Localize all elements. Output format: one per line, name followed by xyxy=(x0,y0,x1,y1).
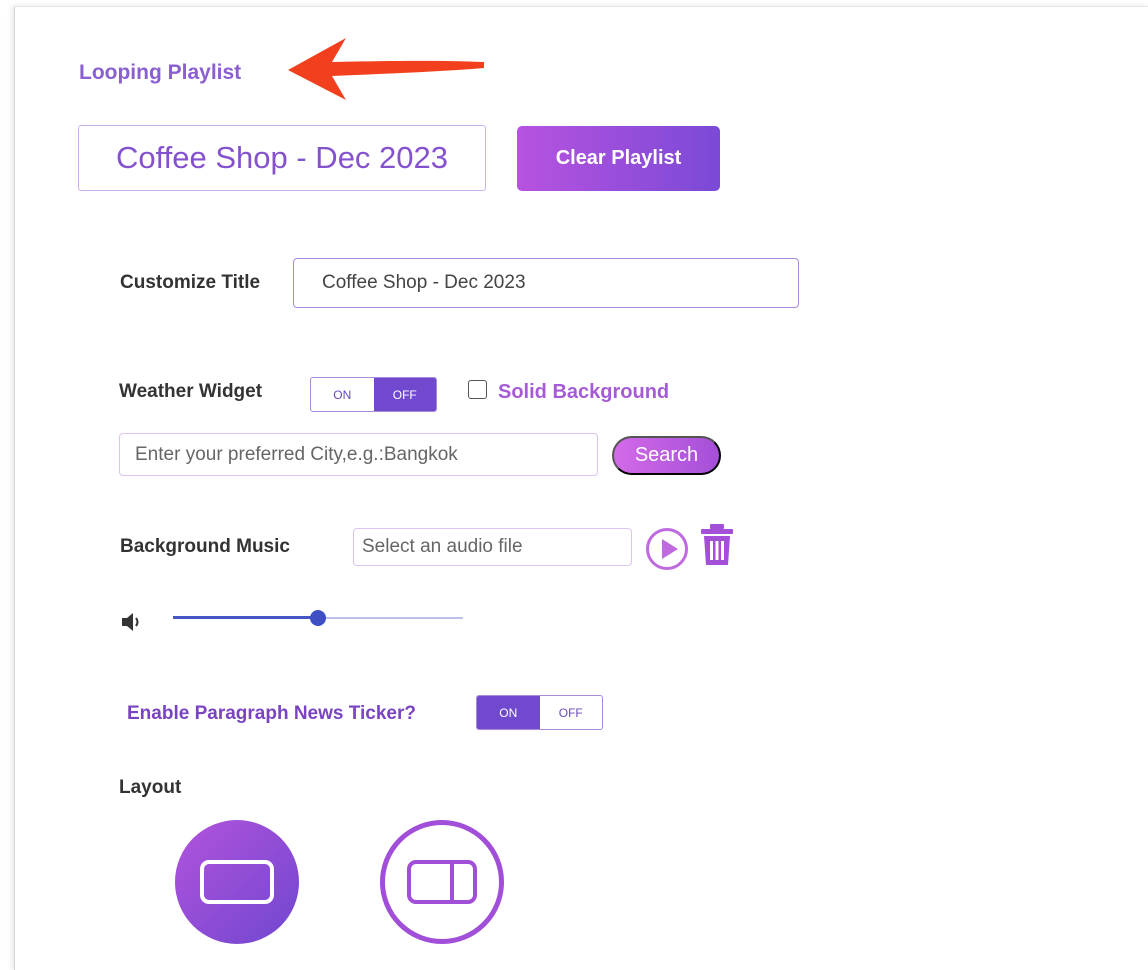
news-ticker-label: Enable Paragraph News Ticker? xyxy=(127,703,416,724)
weather-toggle-on[interactable]: ON xyxy=(311,378,374,411)
split-screen-icon xyxy=(407,860,477,904)
news-ticker-toggle[interactable]: ON OFF xyxy=(476,695,603,730)
background-music-label: Background Music xyxy=(120,536,290,557)
layout-option-single[interactable] xyxy=(175,820,299,944)
news-ticker-on[interactable]: ON xyxy=(477,696,540,729)
layout-option-split[interactable] xyxy=(380,820,504,944)
playlist-name-display: Coffee Shop - Dec 2023 xyxy=(78,125,486,191)
weather-widget-toggle[interactable]: ON OFF xyxy=(310,377,437,412)
trash-icon[interactable] xyxy=(700,522,734,566)
single-screen-icon xyxy=(200,860,274,904)
customize-title-input[interactable]: Coffee Shop - Dec 2023 xyxy=(293,258,799,308)
solid-background-label[interactable]: Solid Background xyxy=(498,381,669,404)
volume-thumb[interactable] xyxy=(310,610,326,626)
weather-toggle-off[interactable]: OFF xyxy=(373,378,436,411)
speaker-icon[interactable] xyxy=(120,610,146,634)
layout-label: Layout xyxy=(119,777,182,798)
news-ticker-off[interactable]: OFF xyxy=(540,696,603,729)
weather-widget-label: Weather Widget xyxy=(119,381,263,402)
audio-file-input[interactable]: Select an audio file xyxy=(353,528,632,566)
arrow-left-icon xyxy=(288,38,484,100)
search-button[interactable]: Search xyxy=(612,436,721,475)
volume-fill xyxy=(173,616,318,619)
section-title: Looping Playlist xyxy=(79,61,242,84)
solid-background-checkbox[interactable] xyxy=(468,380,487,399)
volume-slider[interactable] xyxy=(173,608,463,628)
play-icon[interactable] xyxy=(645,527,689,571)
customize-title-label: Customize Title xyxy=(120,272,261,293)
city-input[interactable]: Enter your preferred City,e.g.:Bangkok xyxy=(119,433,598,476)
clear-playlist-button[interactable]: Clear Playlist xyxy=(517,126,720,191)
